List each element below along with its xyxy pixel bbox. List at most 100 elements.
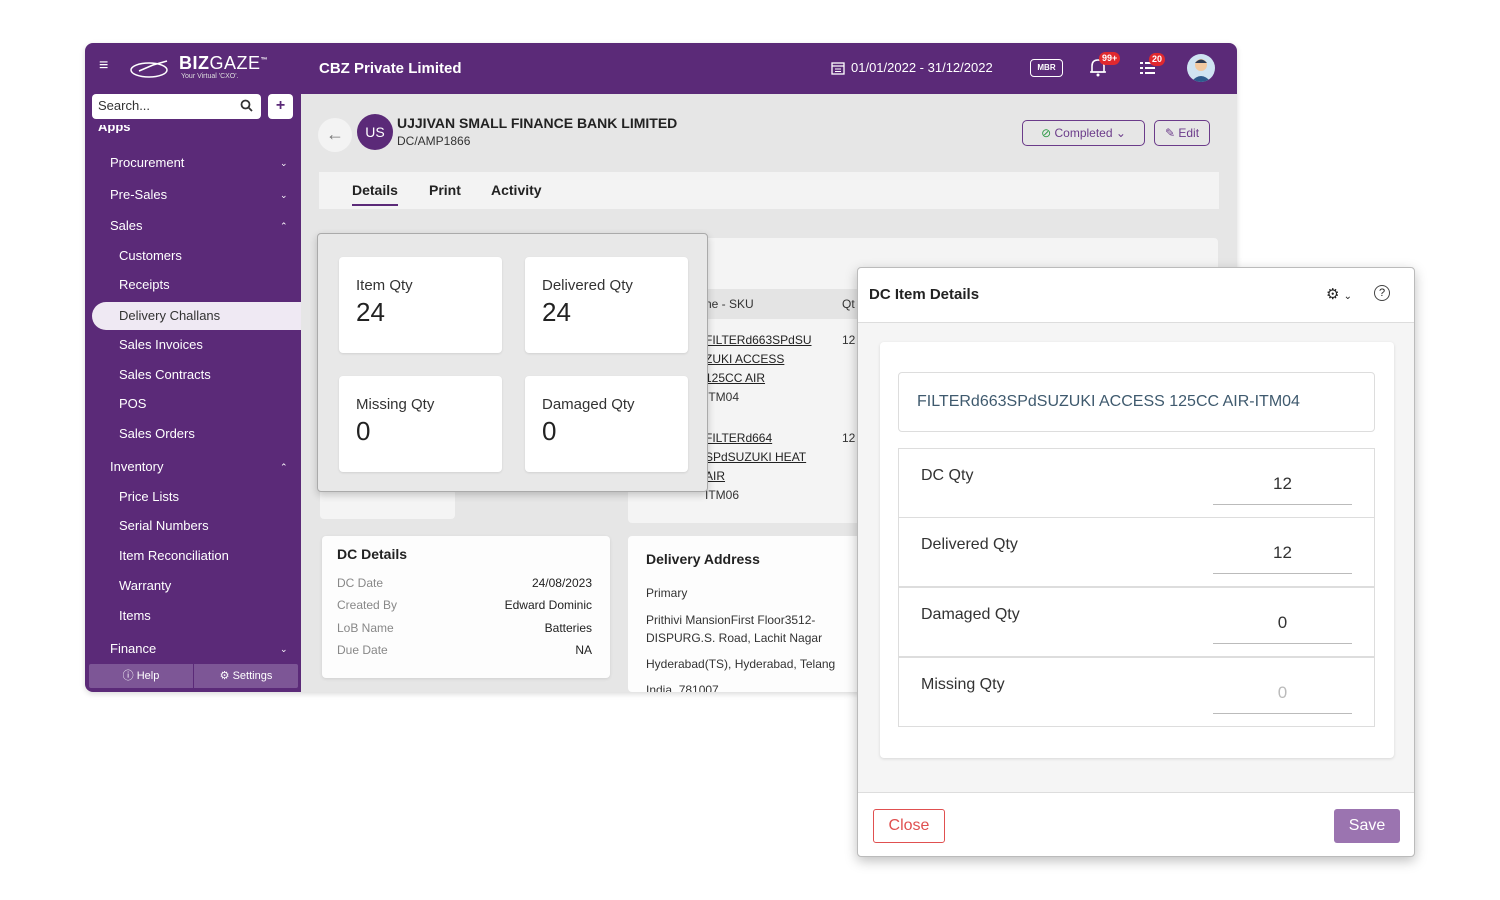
user-avatar[interactable]	[1187, 54, 1215, 82]
address-line: DISPURG.S. Road, Lachit Nagar	[646, 631, 823, 645]
tab-print[interactable]: Print	[429, 182, 461, 198]
item-qty: 12	[842, 333, 856, 347]
item-link-line[interactable]: FILTERd663SPdSU	[705, 331, 812, 350]
summary-card	[320, 489, 455, 519]
dc-qty-input[interactable]: 12	[1213, 471, 1352, 505]
tasks-button[interactable]: 20	[1139, 53, 1166, 79]
item-link-line[interactable]: SPdSUZUKI HEAT	[705, 448, 806, 467]
settings-button[interactable]: ⚙ Settings	[194, 664, 298, 688]
sidebar-item-label: Receipts	[119, 277, 170, 292]
address-line: Hyderabad(TS), Hyderabad, Telang	[646, 657, 836, 671]
sidebar-item-serial-numbers[interactable]: Serial Numbers	[85, 512, 301, 540]
qty-value: 0	[542, 416, 557, 446]
search-input[interactable]: Search...	[92, 94, 261, 119]
sidebar-item-label: POS	[119, 396, 147, 411]
dc-item-details-dialog: DC Item Details ⚙ ⌄ ? FILTERd663SPdSUZUK…	[857, 267, 1415, 857]
edit-label: Edit	[1178, 126, 1200, 140]
help-label: Help	[136, 670, 160, 682]
missing-qty-row: Missing Qty 0	[898, 657, 1375, 727]
tab-details[interactable]: Details	[352, 182, 398, 206]
dialog-body: FILTERd663SPdSUZUKI ACCESS 125CC AIR-ITM…	[880, 342, 1394, 758]
sidebar-item-label: Sales Orders	[119, 426, 195, 441]
field-label: Damaged Qty	[921, 606, 1020, 623]
sidebar-item-inventory[interactable]: Inventory ⌃	[85, 453, 301, 481]
settings-gear-icon: ⚙	[219, 670, 233, 682]
missing-qty-input[interactable]: 0	[1213, 680, 1352, 714]
add-button[interactable]: +	[268, 94, 293, 119]
save-button[interactable]: Save	[1334, 809, 1400, 843]
user-avatar-icon	[1191, 59, 1211, 82]
sidebar-item-procurement[interactable]: Procurement ⌄	[85, 149, 301, 177]
qty-value: 24	[542, 297, 571, 327]
damaged-qty-row: Damaged Qty 0	[898, 587, 1375, 657]
sidebar-item-sales-contracts[interactable]: Sales Contracts	[85, 361, 301, 389]
sidebar-item-label: Warranty	[119, 578, 172, 593]
tab-activity[interactable]: Activity	[491, 182, 542, 198]
lob-name-row: LoB Name Batteries	[337, 621, 592, 635]
qty-value: 24	[356, 297, 385, 327]
item-link-line[interactable]: AIR	[705, 467, 725, 486]
notifications-button[interactable]: 99+	[1089, 52, 1121, 79]
item-link-line[interactable]: ZUKI ACCESS	[705, 350, 784, 369]
address-line: India, 781007	[646, 683, 719, 692]
customer-avatar: US	[357, 114, 393, 150]
document-code: DC/AMP1866	[397, 134, 471, 148]
item-qty: 12	[842, 431, 856, 445]
sidebar-footer: ⓘ Help ⚙ Settings	[89, 664, 298, 688]
sidebar-item-pos[interactable]: POS	[85, 390, 301, 418]
gear-dropdown-icon[interactable]: ⚙ ⌄	[1326, 285, 1352, 303]
bizgaze-logo[interactable]: BIZGAZE™ Your Virtual 'CXO'.	[129, 53, 269, 85]
field-label: DC Qty	[921, 467, 974, 484]
item-link-line[interactable]: FILTERd664	[705, 429, 772, 448]
sidebar-item-delivery-challans[interactable]: Delivery Challans	[92, 302, 301, 330]
field-label: LoB Name	[337, 621, 394, 635]
edit-button[interactable]: ✎ Edit	[1154, 120, 1210, 146]
mbr-button[interactable]: MBR	[1030, 59, 1063, 77]
date-range-picker[interactable]: 01/01/2022 - 31/12/2022	[831, 60, 993, 75]
tab-bar: Details Print Activity	[319, 172, 1219, 209]
sidebar-item-warranty[interactable]: Warranty	[85, 572, 301, 600]
sidebar-item-pre-sales[interactable]: Pre-Sales ⌄	[85, 181, 301, 209]
item-name-field: FILTERd663SPdSUZUKI ACCESS 125CC AIR-ITM…	[898, 372, 1375, 432]
dialog-footer: Close Save	[858, 792, 1414, 856]
sidebar-item-items[interactable]: Items	[85, 602, 301, 630]
field-label: DC Date	[337, 576, 384, 590]
dc-details-card: DC Details DC Date 24/08/2023 Created By E…	[322, 536, 610, 678]
logo-tagline: Your Virtual 'CXO'.	[181, 73, 239, 80]
sidebar-item-sales-orders[interactable]: Sales Orders	[85, 420, 301, 448]
chevron-up-icon: ⌃	[280, 462, 288, 472]
sidebar-item-receipts[interactable]: Receipts	[85, 271, 301, 299]
help-button[interactable]: ⓘ Help	[89, 664, 194, 688]
sidebar-item-sales[interactable]: Sales ⌃	[85, 212, 301, 240]
notifications-badge: 99+	[1099, 52, 1121, 65]
damaged-qty-input[interactable]: 0	[1213, 610, 1352, 644]
sidebar-item-price-lists[interactable]: Price Lists	[85, 483, 301, 511]
item-code: ITM06	[705, 488, 740, 502]
qty-summary-popup: Item Qty 24 Delivered Qty 24 Missing Qty…	[317, 233, 708, 492]
sidebar-item-customers[interactable]: Customers	[85, 242, 301, 270]
status-dropdown[interactable]: ⊘ Completed ⌄	[1022, 120, 1145, 146]
close-button[interactable]: Close	[873, 809, 945, 843]
sidebar-item-label: Delivery Challans	[119, 308, 221, 323]
calendar-icon	[831, 61, 845, 75]
settings-label: Settings	[232, 670, 273, 682]
search-icon[interactable]	[240, 99, 253, 112]
qty-label: Missing Qty	[356, 396, 435, 413]
date-range-text: 01/01/2022 - 31/12/2022	[851, 60, 993, 75]
field-label: Due Date	[337, 643, 388, 657]
item-qty-card: Item Qty 24	[339, 257, 502, 353]
field-value: Edward Dominic	[504, 598, 592, 612]
dialog-header: DC Item Details ⚙ ⌄ ?	[858, 268, 1414, 323]
item-link-line[interactable]: 125CC AIR	[705, 369, 765, 388]
company-name[interactable]: CBZ Private Limited	[319, 60, 462, 77]
sidebar-item-label: Customers	[119, 248, 182, 263]
sidebar-item-sales-invoices[interactable]: Sales Invoices	[85, 331, 301, 359]
delivered-qty-input[interactable]: 12	[1213, 540, 1352, 574]
hamburger-menu-icon[interactable]: ≡	[99, 58, 113, 74]
delivered-qty-row: Delivered Qty 12	[898, 517, 1375, 587]
help-icon[interactable]: ?	[1374, 285, 1390, 301]
sidebar-item-finance[interactable]: Finance ⌄	[85, 635, 301, 663]
chevron-down-icon: ⌄	[280, 644, 288, 654]
back-arrow-icon[interactable]: ←	[318, 118, 352, 152]
sidebar-item-item-reconciliation[interactable]: Item Reconciliation	[85, 542, 301, 570]
